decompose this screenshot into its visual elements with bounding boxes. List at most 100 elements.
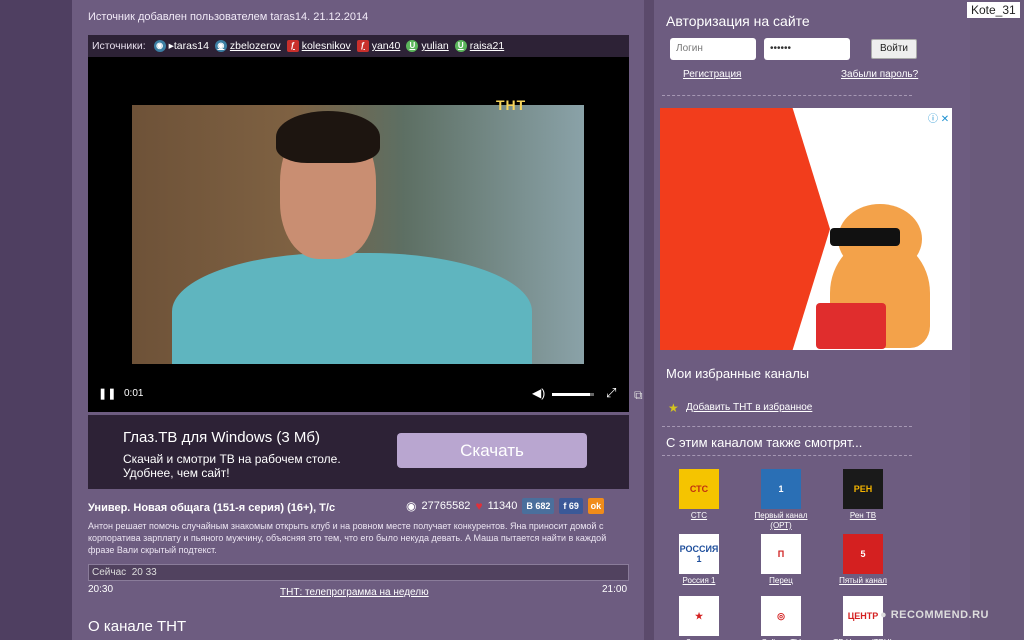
about-channel-title: О канале ТНТ (88, 618, 187, 635)
channel-logo: 1 (761, 469, 801, 509)
sources-bar: Источники: ◉ ▸taras14 ◉ zbelozerov ƒ kolesn… (88, 35, 629, 57)
vk-share-button[interactable]: В 682 (522, 498, 555, 514)
source-item[interactable]: ƒ yan40 (356, 40, 401, 52)
promo-title: Глаз.ТВ для Windows (3 Мб) (123, 429, 320, 446)
also-watch-title: С этим каналом также смотрят... (666, 435, 863, 450)
rutube-icon: ƒ (356, 40, 369, 52)
heart-icon[interactable]: ♥ (475, 499, 482, 513)
channel-tile[interactable]: РЕН Рен ТВ (828, 469, 898, 521)
volume-slider[interactable] (552, 393, 594, 396)
channel-logo: РОССИЯ 1 (679, 534, 719, 574)
video-player[interactable]: ТНТ ❚❚ 0:01 ◀) ⤢ (88, 57, 629, 412)
schedule-link[interactable]: ТНТ: телепрограмма на неделю (280, 587, 429, 598)
channel-tile[interactable]: ◎College TV (746, 596, 816, 640)
ad-close-icon[interactable]: ⓘ ✕ (928, 110, 949, 125)
pause-button[interactable]: ❚❚ (98, 387, 116, 400)
source-item[interactable]: Uyulian (406, 40, 449, 52)
channel-name[interactable]: Пятый канал (828, 576, 898, 586)
now-label: Сейчас (92, 567, 127, 578)
eye-icon: ◉ (153, 40, 166, 52)
channel-tile[interactable]: 5 Пятый канал (828, 534, 898, 586)
ok-share-button[interactable]: ok (587, 498, 604, 514)
page-background-right (970, 0, 1024, 640)
page-background-left (0, 0, 72, 640)
views-count: 27765582 (421, 500, 471, 512)
channel-logo: П (761, 534, 801, 574)
start-time: 20:30 (88, 584, 114, 595)
vk-share-label: В (526, 501, 533, 511)
auth-title: Авторизация на сайте (666, 13, 810, 29)
divider (662, 455, 912, 456)
channel-name[interactable]: Первый канал (ОРТ) (746, 511, 816, 531)
source-added-text: Источник добавлен пользователем taras14.… (88, 11, 369, 23)
ad-banner[interactable]: ⓘ ✕ (660, 108, 952, 350)
divider (662, 426, 912, 427)
source-item[interactable]: Uraisa21 (454, 40, 505, 52)
channel-name[interactable]: Рен ТВ (828, 511, 898, 521)
favorites-title: Мои избранные каналы (666, 366, 810, 381)
facebook-share-label: f (563, 501, 567, 511)
add-favorite-link[interactable]: Добавить ТНТ в избранное (686, 402, 812, 413)
likes-count: 11340 (487, 500, 518, 512)
source-item[interactable]: ƒ kolesnikov (286, 40, 351, 52)
channel-tile[interactable]: РОССИЯ 1 Россия 1 (664, 534, 734, 586)
ad-popcorn (816, 303, 886, 349)
channel-tile[interactable]: 1 Первый канал (ОРТ) (746, 469, 816, 531)
source-name: yulian (421, 40, 449, 52)
playback-time: 0:01 (124, 388, 144, 399)
channel-logo: ЦЕНТР (843, 596, 883, 636)
channel-tile[interactable]: П Перец (746, 534, 816, 586)
channel-logo: СТС (679, 469, 719, 509)
eye-icon: ◉ (214, 40, 227, 52)
source-item[interactable]: ◉ ▸taras14 (153, 40, 209, 52)
sources-label: Источники: (92, 40, 146, 52)
volume-level (552, 393, 590, 396)
end-time: 21:00 (602, 584, 628, 595)
watermark-username: Kote_31 (967, 2, 1020, 18)
source-name: yan40 (371, 40, 401, 52)
show-title: Универ. Новая общага (151-я серия) (16+)… (88, 502, 336, 514)
channel-logo: РЕН (843, 469, 883, 509)
video-person-body (172, 253, 532, 364)
password-field[interactable]: •••••• (764, 38, 850, 60)
source-name: kolesnikov (301, 40, 351, 52)
vk-share-count: 682 (535, 501, 551, 511)
source-name: raisa21 (469, 40, 505, 52)
channel-logo: ★ (679, 596, 719, 636)
facebook-share-count: 69 (568, 501, 579, 511)
promo-text: Скачай и смотри ТВ на рабочем столе. Удо… (123, 452, 341, 480)
source-item[interactable]: ◉ zbelozerov (214, 40, 281, 52)
channel-name[interactable]: Россия 1 (664, 576, 734, 586)
channel-tile[interactable]: СТС СТС (664, 469, 734, 521)
source-name: zbelozerov (229, 40, 281, 52)
ad-red-shape (660, 108, 830, 350)
volume-icon[interactable]: ◀) (532, 386, 545, 400)
watermark-site: ● RECOMMEND.RU (880, 609, 989, 621)
channel-logo: ТНТ (496, 97, 527, 113)
popout-icon[interactable]: ⧉ (634, 388, 643, 403)
login-field[interactable]: Логин (670, 38, 756, 60)
facebook-share-button[interactable]: f 69 (559, 498, 583, 514)
download-button[interactable]: Скачать (397, 433, 587, 468)
vk-icon: U (454, 40, 467, 52)
ad-3d-glasses (830, 228, 900, 246)
login-button[interactable]: Войти (871, 39, 917, 59)
channel-name[interactable]: СТС (664, 511, 734, 521)
register-link[interactable]: Регистрация (683, 69, 741, 80)
show-stats: ◉ 27765582 ♥ 11340 В 682 f 69 ok (406, 498, 604, 514)
video-person-hair (276, 111, 380, 163)
eye-icon: ◉ (406, 499, 417, 513)
promo-banner: Глаз.ТВ для Windows (3 Мб) Скачай и смот… (88, 415, 629, 489)
video-frame (132, 105, 584, 364)
channel-name[interactable]: Перец (746, 576, 816, 586)
channel-logo: ◎ (761, 596, 801, 636)
divider (662, 95, 912, 96)
fullscreen-icon[interactable]: ⤢ (606, 385, 616, 401)
now-time: 20 33 (131, 567, 157, 578)
channel-tile[interactable]: ★Звезда (664, 596, 734, 640)
vk-icon: U (406, 40, 419, 52)
now-progress-bar: Сейчас 20 33 (88, 564, 629, 581)
forgot-password-link[interactable]: Забыли пароль? (841, 69, 918, 80)
show-description: Антон решает помочь случайным знакомым о… (88, 521, 607, 555)
rutube-icon: ƒ (286, 40, 299, 52)
